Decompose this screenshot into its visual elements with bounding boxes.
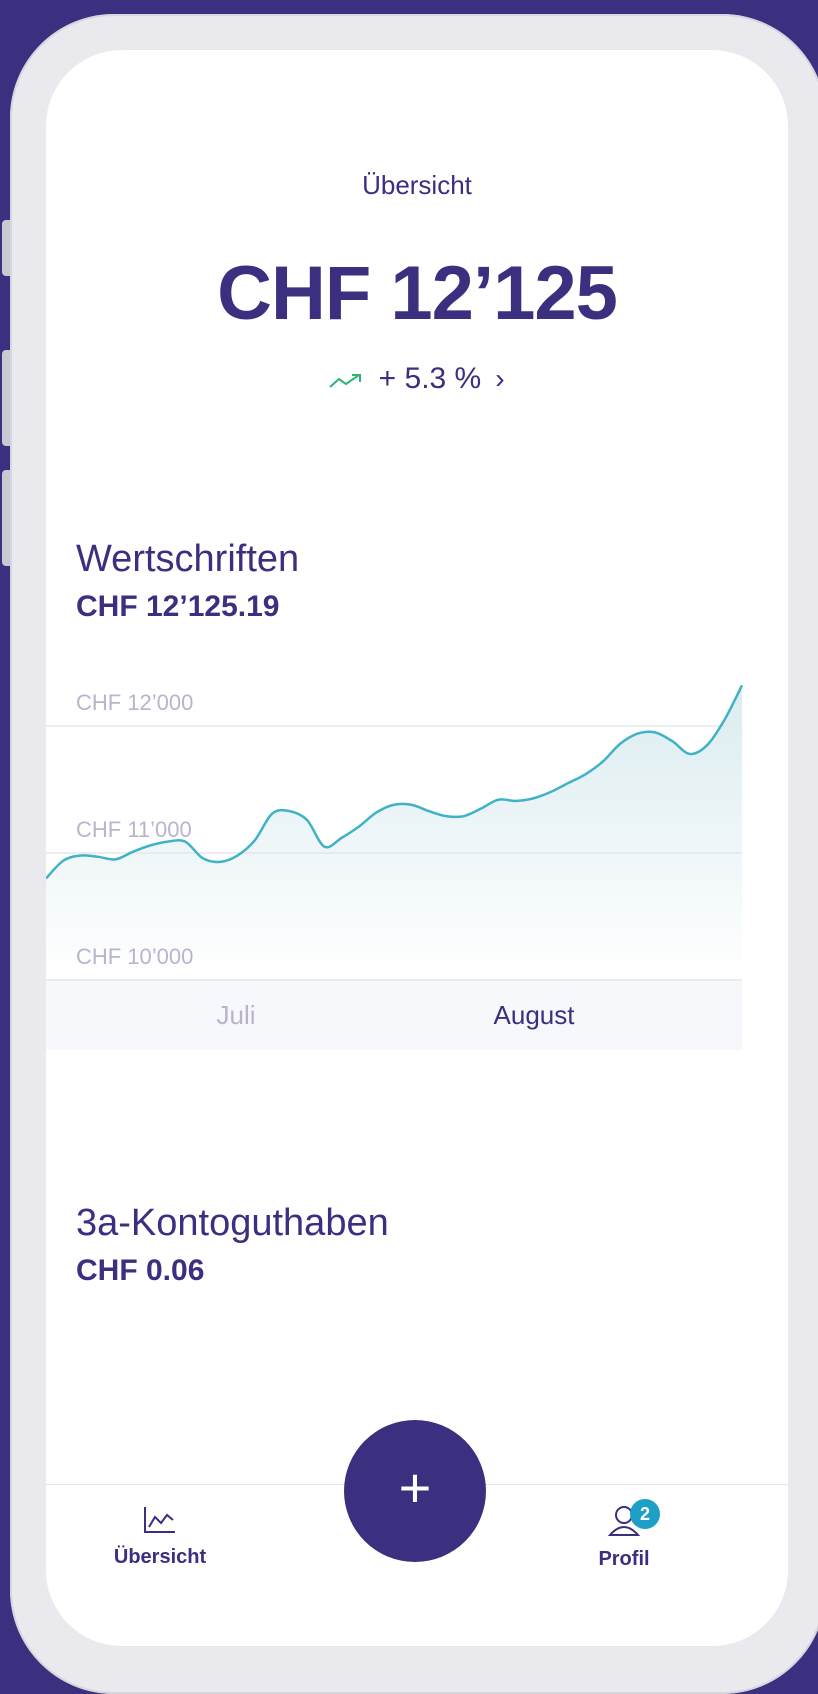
x-label-juli: Juli: [216, 1000, 255, 1030]
add-button[interactable]: +: [344, 1420, 486, 1562]
y-tick-label: CHF 12’000: [76, 690, 193, 715]
pillar3a-value: CHF 0.06: [76, 1254, 205, 1287]
portfolio-total: CHF 12’125: [217, 251, 618, 336]
tab-overview-label: Übersicht: [113, 1546, 207, 1568]
performance-change: + 5.3 %: [378, 362, 482, 395]
chart-icon: [90, 1505, 230, 1540]
page-title: Übersicht: [362, 170, 472, 200]
chart-footer-band: [46, 980, 742, 1050]
notification-badge: 2: [630, 1499, 660, 1529]
x-label-august: August: [494, 1000, 576, 1030]
tab-overview[interactable]: Übersicht: [90, 1505, 230, 1569]
y-tick-label: CHF 10’000: [76, 944, 193, 969]
securities-chart[interactable]: CHF 12’000 CHF 11’000 CHF 10’000 Juli Augu…: [46, 650, 788, 1110]
profile-icon-wrap: 2: [554, 1499, 694, 1542]
chevron-right-icon: ›: [495, 363, 505, 394]
trend-up-icon: [329, 364, 370, 394]
securities-title: Wertschriften: [76, 538, 300, 580]
y-tick-label: CHF 11’000: [76, 817, 192, 842]
securities-value: CHF 12’125.19: [76, 590, 280, 623]
app-screen: Übersicht CHF 12’125 + 5.3 % › Wertschrif…: [46, 50, 788, 1646]
pillar3a-title: 3a-Kontoguthaben: [76, 1202, 389, 1244]
tab-profile-label: Profil: [598, 1548, 650, 1570]
performance-link[interactable]: + 5.3 % ›: [46, 362, 788, 396]
tab-profile[interactable]: 2 Profil: [554, 1499, 694, 1571]
